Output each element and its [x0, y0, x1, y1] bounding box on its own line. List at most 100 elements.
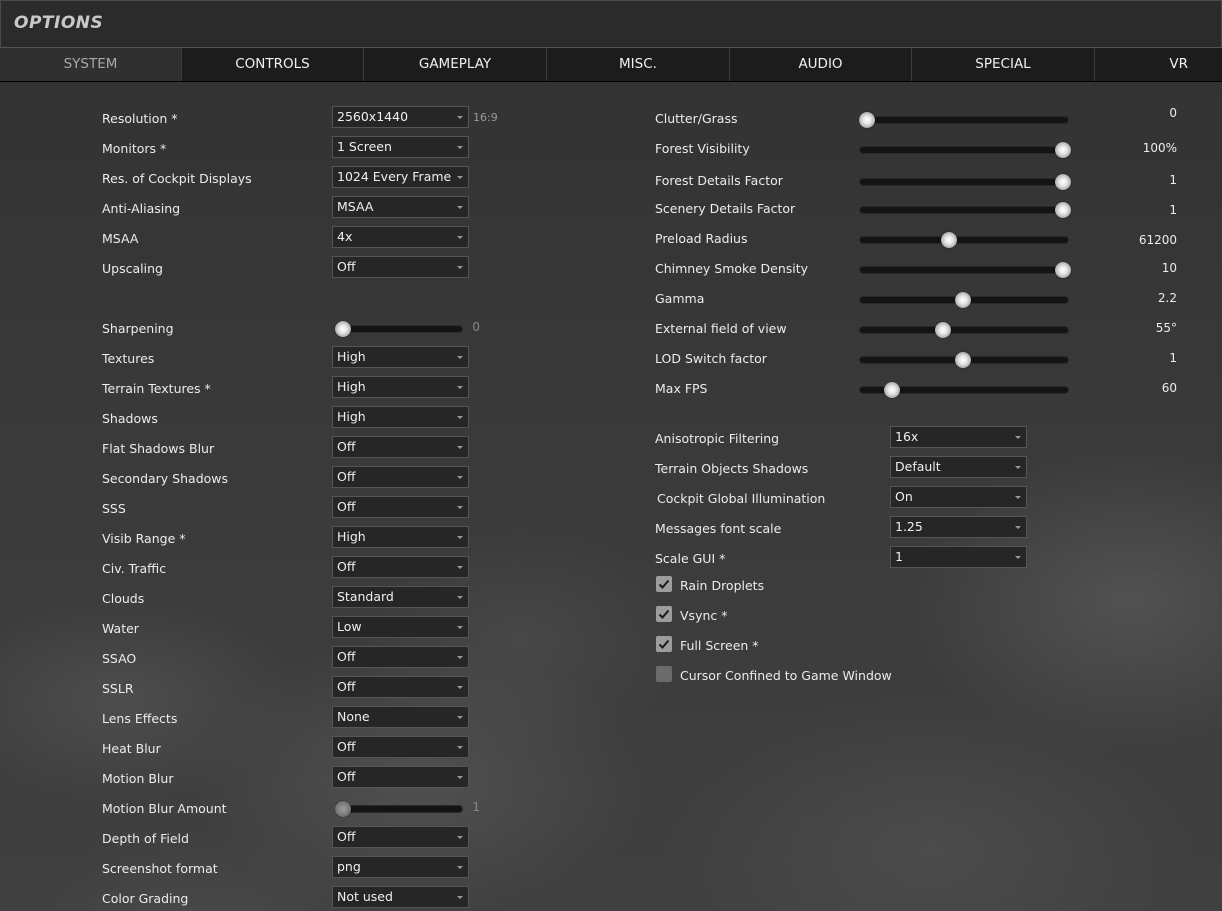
tab-gameplay[interactable]: GAMEPLAY	[364, 48, 547, 81]
chevron-down-icon	[457, 356, 463, 359]
secondary-shadows-dropdown[interactable]: Off	[332, 466, 469, 488]
tab-misc[interactable]: MISC.	[547, 48, 730, 81]
chevron-down-icon	[1015, 496, 1021, 499]
gamma-slider[interactable]	[859, 292, 1069, 308]
lod-switch-factor-label: LOD Switch factor	[655, 351, 767, 366]
depth-of-field-dropdown-value: Off	[337, 829, 356, 844]
screenshot-format-dropdown-value: png	[337, 859, 361, 874]
tab-vr[interactable]: VR	[1095, 48, 1222, 81]
chimney-smoke-density-slider[interactable]	[859, 262, 1071, 278]
sslr-dropdown[interactable]: Off	[332, 676, 469, 698]
external-field-of-view-slider-knob[interactable]	[935, 322, 952, 338]
tab-controls[interactable]: CONTROLS	[182, 48, 364, 81]
aspect-ratio-text: 16:9	[473, 111, 498, 124]
depth-of-field-dropdown[interactable]: Off	[332, 826, 469, 848]
lens-effects-dropdown[interactable]: None	[332, 706, 469, 728]
clouds-dropdown[interactable]: Standard	[332, 586, 469, 608]
visib-range-label: Visib Range *	[102, 531, 186, 546]
terrain-textures-label: Terrain Textures *	[102, 381, 211, 396]
msaa-dropdown[interactable]: 4x	[332, 226, 469, 248]
cursor-confined-to-game-window-label: Cursor Confined to Game Window	[680, 668, 892, 683]
lod-switch-factor-slider-knob[interactable]	[955, 352, 972, 368]
checkmark-icon	[658, 579, 670, 589]
messages-font-scale-dropdown[interactable]: 1.25	[890, 516, 1027, 538]
clutter-grass-slider-knob[interactable]	[859, 112, 875, 128]
chimney-smoke-density-slider-knob[interactable]	[1055, 262, 1071, 278]
scenery-details-factor-slider-knob[interactable]	[1055, 202, 1071, 218]
sslr-label: SSLR	[102, 681, 134, 696]
forest-visibility-value: 100%	[1142, 141, 1177, 155]
vsync-checkbox[interactable]	[656, 606, 672, 622]
secondary-shadows-dropdown-value: Off	[337, 469, 356, 484]
tab-bar: SYSTEM CONTROLS GAMEPLAY MISC. AUDIO SPECIAL V…	[0, 48, 1222, 82]
upscaling-dropdown-value: Off	[337, 259, 356, 274]
anti-aliasing-dropdown[interactable]: MSAA	[332, 196, 469, 218]
cockpit-global-illumination-dropdown[interactable]: On	[890, 486, 1027, 508]
gamma-value: 2.2	[1157, 291, 1177, 305]
heat-blur-dropdown[interactable]: Off	[332, 736, 469, 758]
clutter-grass-slider[interactable]	[859, 112, 1069, 128]
chevron-down-icon	[457, 476, 463, 479]
chevron-down-icon	[457, 686, 463, 689]
textures-dropdown[interactable]: High	[332, 346, 469, 368]
depth-of-field-label: Depth of Field	[102, 831, 189, 846]
water-dropdown[interactable]: Low	[332, 616, 469, 638]
preload-radius-slider[interactable]	[859, 232, 1069, 248]
gamma-slider-knob[interactable]	[955, 292, 972, 308]
visib-range-dropdown-value: High	[337, 529, 366, 544]
external-field-of-view-slider[interactable]	[859, 322, 1069, 338]
chevron-down-icon	[1015, 466, 1021, 469]
rain-droplets-checkbox[interactable]	[656, 576, 672, 592]
anisotropic-filtering-dropdown[interactable]: 16x	[890, 426, 1027, 448]
anti-aliasing-label: Anti-Aliasing	[102, 201, 181, 216]
civ-traffic-dropdown[interactable]: Off	[332, 556, 469, 578]
clutter-grass-value: 0	[1169, 106, 1177, 120]
motion-blur-amount-slider-knob[interactable]	[335, 801, 351, 817]
scenery-details-factor-slider[interactable]	[859, 202, 1071, 218]
scenery-details-factor-label: Scenery Details Factor	[655, 201, 796, 216]
civ-traffic-label: Civ. Traffic	[102, 561, 167, 576]
flat-shadows-blur-dropdown[interactable]: Off	[332, 436, 469, 458]
motion-blur-dropdown[interactable]: Off	[332, 766, 469, 788]
screenshot-format-label: Screenshot format	[102, 861, 218, 876]
full-screen-label: Full Screen *	[680, 638, 759, 653]
forest-details-factor-slider-knob[interactable]	[1055, 174, 1071, 190]
motion-blur-dropdown-value: Off	[337, 769, 356, 784]
ssao-dropdown[interactable]: Off	[332, 646, 469, 668]
forest-details-factor-slider[interactable]	[859, 174, 1071, 190]
full-screen-checkbox[interactable]	[656, 636, 672, 652]
upscaling-dropdown[interactable]: Off	[332, 256, 469, 278]
sss-dropdown[interactable]: Off	[332, 496, 469, 518]
preload-radius-slider-knob[interactable]	[941, 232, 958, 248]
scale-gui-dropdown[interactable]: 1	[890, 546, 1027, 568]
tab-system[interactable]: SYSTEM	[0, 48, 182, 81]
tab-audio[interactable]: AUDIO	[730, 48, 912, 81]
screenshot-format-dropdown[interactable]: png	[332, 856, 469, 878]
cursor-confined-to-game-window-checkbox[interactable]	[656, 666, 672, 682]
lod-switch-factor-slider[interactable]	[859, 352, 1069, 368]
chevron-down-icon	[457, 596, 463, 599]
forest-visibility-slider[interactable]	[859, 142, 1071, 158]
color-grading-dropdown[interactable]: Not used	[332, 886, 469, 908]
max-fps-slider[interactable]	[859, 382, 1069, 398]
monitors-label: Monitors *	[102, 141, 167, 156]
color-grading-label: Color Grading	[102, 891, 189, 906]
terrain-objects-shadows-dropdown[interactable]: Default	[890, 456, 1027, 478]
motion-blur-amount-label: Motion Blur Amount	[102, 801, 227, 816]
visib-range-dropdown[interactable]: High	[332, 526, 469, 548]
clouds-dropdown-value: Standard	[337, 589, 394, 604]
resolution-dropdown[interactable]: 2560x1440	[332, 106, 469, 128]
shadows-dropdown[interactable]: High	[332, 406, 469, 428]
tab-special[interactable]: SPECIAL	[912, 48, 1095, 81]
res-of-cockpit-displays-dropdown[interactable]: 1024 Every Frame	[332, 166, 469, 188]
upscaling-label: Upscaling	[102, 261, 163, 276]
clouds-label: Clouds	[102, 591, 145, 606]
terrain-textures-dropdown[interactable]: High	[332, 376, 469, 398]
chevron-down-icon	[457, 536, 463, 539]
forest-visibility-slider-knob[interactable]	[1055, 142, 1071, 158]
max-fps-slider-knob[interactable]	[884, 382, 901, 398]
sharpening-slider-knob[interactable]	[335, 321, 351, 337]
monitors-dropdown[interactable]: 1 Screen	[332, 136, 469, 158]
chevron-down-icon	[457, 776, 463, 779]
chevron-down-icon	[457, 656, 463, 659]
